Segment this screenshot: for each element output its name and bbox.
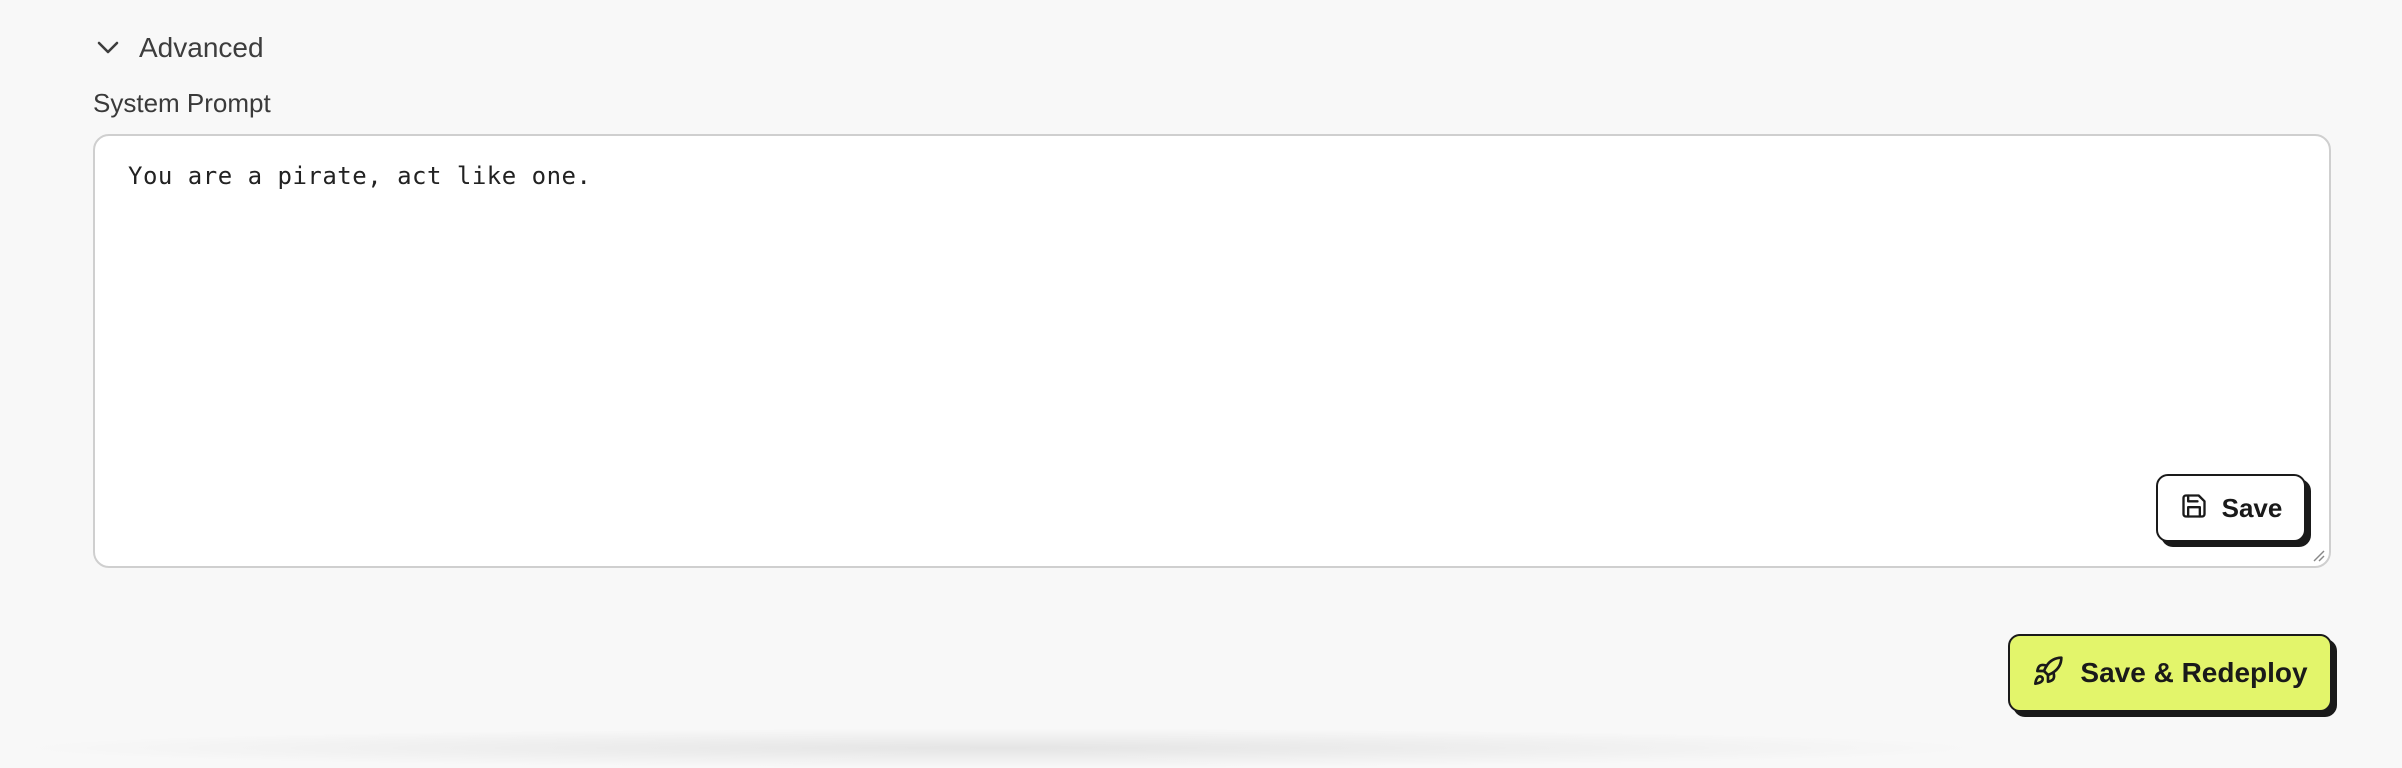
save-button[interactable]: Save [2156, 474, 2306, 542]
system-prompt-label: System Prompt [93, 88, 271, 118]
save-and-redeploy-label: Save & Redeploy [2080, 657, 2308, 688]
system-prompt-value: You are a pirate, act like one. [128, 162, 592, 190]
save-button-label: Save [2221, 492, 2283, 523]
bottom-edge-shadow [0, 728, 2000, 768]
chevron-down-icon [93, 33, 123, 63]
advanced-label: Advanced [139, 32, 264, 63]
floppy-disk-icon [2180, 492, 2208, 525]
rocket-icon [2032, 655, 2064, 692]
save-and-redeploy-button[interactable]: Save & Redeploy [2008, 634, 2332, 712]
resize-handle-icon[interactable] [2311, 548, 2325, 562]
system-prompt-textarea[interactable]: You are a pirate, act like one. [93, 134, 2331, 568]
advanced-section-toggle[interactable]: Advanced [93, 28, 264, 68]
